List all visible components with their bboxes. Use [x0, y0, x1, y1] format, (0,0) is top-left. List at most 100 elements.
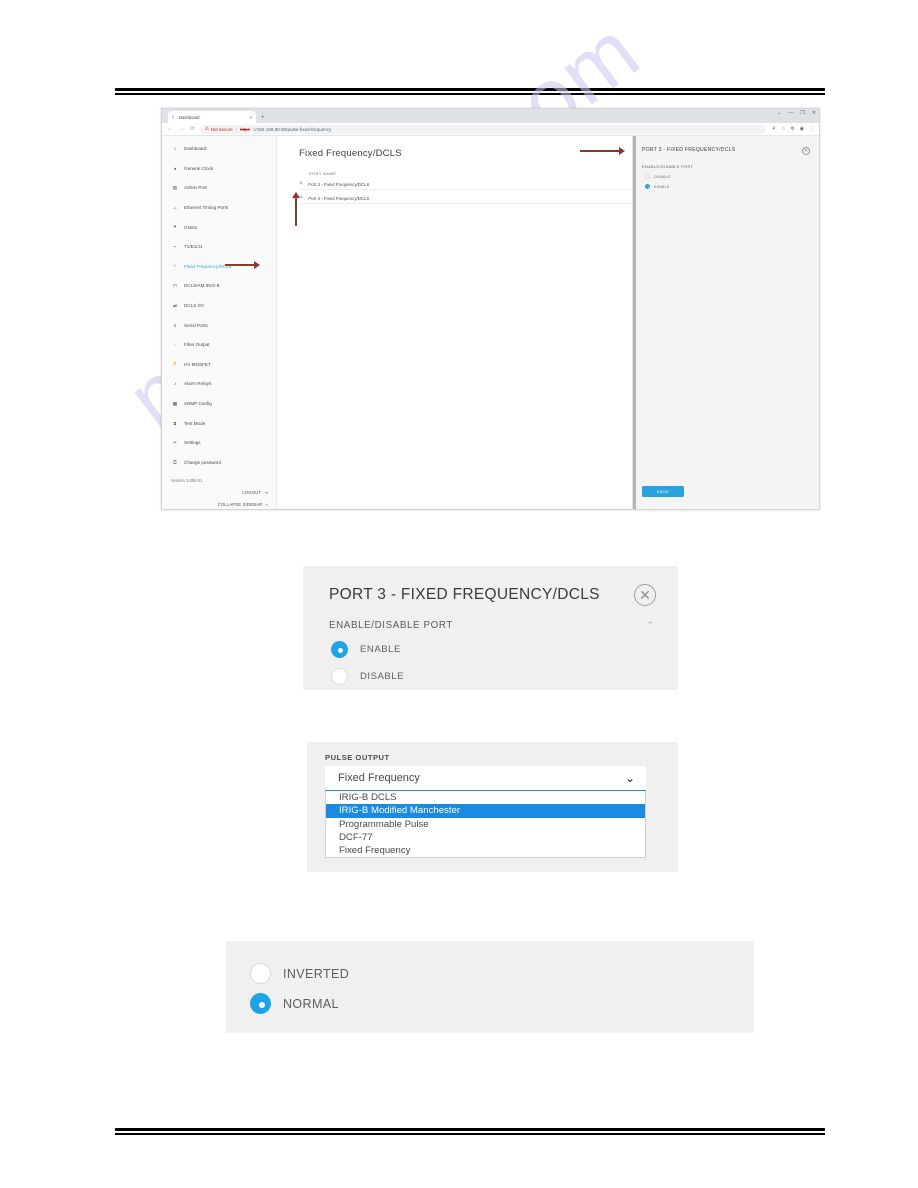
- close-circle-icon[interactable]: ✕: [634, 584, 656, 606]
- save-button[interactable]: SAVE: [642, 486, 684, 497]
- browser-extensions: ⚘ ☆ ✲ ◉ ⋮: [771, 126, 814, 132]
- panel-title: PORT 3 - FIXED FREQUENCY/DCLS: [642, 147, 736, 153]
- minimize-icon[interactable]: —: [788, 110, 793, 116]
- sidebar-item-test-mode[interactable]: ⧗ Test Mode: [162, 413, 276, 433]
- url-protocol: https: [240, 126, 250, 132]
- logout-button[interactable]: LOGOUT ⇥: [171, 490, 268, 495]
- polarity-card: INVERTED NORMAL: [226, 941, 754, 1033]
- table-row[interactable]: ✎ Port 4 - Fixed Frequency/DCLS: [299, 193, 632, 204]
- sidebar-item-gnss[interactable]: ✦ GNSS: [162, 217, 276, 237]
- menu-icon[interactable]: ⋮: [809, 126, 814, 132]
- chevron-up-icon[interactable]: ⌃: [807, 458, 810, 463]
- bell-icon: ♪: [173, 381, 177, 387]
- card-title: PORT 3 - FIXED FREQUENCY/DCLS: [329, 586, 600, 603]
- browser-window-screenshot: ▯ Dashboard × + ⌄ — ❐ ✕ ← → ⟳ ⚠ Not secu: [161, 108, 820, 510]
- sidebar-footer: Version 3.0b5.01 LOGOUT ⇥ COLLAPSE SIDEB…: [162, 472, 276, 507]
- puzzle-icon[interactable]: ⚘: [771, 126, 775, 132]
- waveform-icon: ⌁: [173, 243, 177, 249]
- radio-disable[interactable]: DISABLE: [303, 668, 678, 685]
- sidebar-item-settings[interactable]: ✂ Settings: [162, 433, 276, 453]
- sidebar-item-fiber-output[interactable]: ◌ Fiber Output: [162, 335, 276, 355]
- pencil-icon[interactable]: ✎: [299, 181, 303, 187]
- app-body: ⌂ Dashboard ◕ General Clock ▤ Admin Port…: [162, 136, 819, 509]
- radio-dot: [250, 963, 271, 984]
- sidebar-item-admin-port[interactable]: ▤ Admin Port: [162, 178, 276, 198]
- star-icon[interactable]: ☆: [781, 126, 785, 132]
- window-close-icon[interactable]: ✕: [812, 110, 816, 116]
- browser-tab[interactable]: ▯ Dashboard ×: [168, 111, 256, 123]
- sidebar-item-label: Admin Port: [184, 185, 207, 191]
- pulse-output-card: PULSE OUTPUT Fixed Frequency ⌄ IRIG-B DC…: [307, 742, 678, 872]
- radio-enable[interactable]: ENABLE: [642, 184, 810, 189]
- annotation-arrow-right-sidebar: [225, 261, 260, 269]
- sidebar-item-general-clock[interactable]: ◕ General Clock: [162, 159, 276, 179]
- omnibox-divider: |: [235, 126, 238, 132]
- sidebar-item-label: Test Mode: [184, 420, 206, 426]
- window-controls: ⌄ — ❐ ✕: [777, 110, 816, 116]
- warning-icon: ⚠: [204, 126, 210, 132]
- section-label: ENABLE/DISABLE PORT: [329, 620, 453, 631]
- reload-icon[interactable]: ⟳: [190, 126, 195, 132]
- radio-label: ENABLE: [654, 184, 670, 189]
- sidebar-item-label: Change password: [184, 459, 222, 465]
- profile-icon[interactable]: ◉: [800, 126, 804, 132]
- chevron-down-icon[interactable]: ⌄: [777, 110, 781, 116]
- port-detail-panel: PORT 3 - FIXED FREQUENCY/DCLS ✕ ENABLE/D…: [632, 136, 819, 509]
- sidebar-item-snmp-config[interactable]: ▩ SNMP Config: [162, 394, 276, 414]
- annotation-arrow-right: [580, 147, 625, 155]
- url-path: ://192.168.88.80/pulse-fixed-frequency: [252, 126, 332, 132]
- exit-icon: ⇥: [264, 490, 268, 496]
- not-secure-label: Not secure: [210, 126, 233, 132]
- network-icon: ⛬: [173, 205, 177, 211]
- panel-section-header[interactable]: ENABLE/DISABLE PORT ⌃: [642, 164, 810, 169]
- sidebar-item-label: T1/E1/J1: [184, 244, 203, 250]
- card-section-header[interactable]: ENABLE/DISABLE PORT ⌃: [303, 606, 678, 631]
- radio-inverted[interactable]: INVERTED: [226, 941, 754, 984]
- pulse-output-select[interactable]: Fixed Frequency ⌄: [325, 766, 646, 791]
- close-icon[interactable]: ×: [249, 115, 252, 120]
- sidebar-item-t1-e1-j1[interactable]: ⌁ T1/E1/J1: [162, 237, 276, 257]
- chevron-up-icon: ⌃: [646, 620, 654, 630]
- sidebar-item-alarm-relays[interactable]: ♪ Alarm Relays: [162, 374, 276, 394]
- extension-icon[interactable]: ✲: [790, 126, 794, 132]
- bolt-icon: ⚡: [172, 361, 178, 367]
- browser-tab-title: Dashboard: [179, 114, 200, 120]
- sidebar-item-dashboard[interactable]: ⌂ Dashboard: [162, 139, 276, 159]
- option-programmable-pulse[interactable]: Programmable Pulse: [326, 818, 645, 831]
- address-bar[interactable]: ⚠ Not secure | https://192.168.88.80/pul…: [199, 124, 767, 134]
- panel-header: PORT 3 - FIXED FREQUENCY/DCLS ✕: [642, 147, 810, 155]
- navigation-buttons: ← → ⟳: [167, 126, 195, 132]
- radio-label: DISABLE: [654, 174, 671, 179]
- close-glyph: ✕: [639, 586, 651, 603]
- option-irig-b-dcls[interactable]: IRIG-B DCLS: [326, 791, 645, 804]
- sidebar-item-change-password[interactable]: ⚿ Change password: [162, 453, 276, 473]
- browser-toolbar: ← → ⟳ ⚠ Not secure | https://192.168.88.…: [162, 123, 819, 136]
- arrows-icon: ⇄: [173, 302, 177, 308]
- forward-icon[interactable]: →: [179, 126, 185, 132]
- option-irig-b-modified-manchester[interactable]: IRIG-B Modified Manchester: [326, 804, 645, 818]
- back-icon[interactable]: ←: [167, 126, 173, 132]
- new-tab-button[interactable]: +: [261, 113, 265, 123]
- radio-label: DISABLE: [360, 671, 405, 682]
- tools-icon: ✂: [173, 439, 177, 445]
- sidebar-item-hv-mosfet[interactable]: ⚡ HV MOSFET: [162, 355, 276, 375]
- option-dcf-77[interactable]: DCF-77: [326, 831, 645, 844]
- option-fixed-frequency[interactable]: Fixed Frequency: [326, 844, 645, 857]
- section-label: ENABLE/DISABLE PORT: [642, 164, 694, 169]
- radio-disable[interactable]: DISABLE: [642, 174, 810, 179]
- sidebar-item-dcls-am-irig-b[interactable]: ⊓ DCLS/AM IRIG-B: [162, 276, 276, 296]
- panel-edge: [633, 136, 636, 509]
- sidebar-item-label: DCLS I/O: [184, 303, 204, 309]
- sidebar-item-dcls-io[interactable]: ⇄ DCLS I/O: [162, 296, 276, 316]
- table-row[interactable]: ✎ Port 3 - Fixed Frequency/DCLS: [299, 179, 632, 190]
- radio-enable[interactable]: ENABLE: [303, 641, 678, 658]
- sidebar-item-serial-ports[interactable]: ≡ Serial Ports: [162, 315, 276, 335]
- radio-normal[interactable]: NORMAL: [226, 993, 754, 1014]
- sidebar-item-label: GNSS: [184, 224, 198, 230]
- maximize-icon[interactable]: ❐: [800, 110, 804, 116]
- enable-disable-card: PORT 3 - FIXED FREQUENCY/DCLS ✕ ENABLE/D…: [303, 566, 678, 690]
- close-circle-icon[interactable]: ✕: [802, 147, 810, 155]
- not-secure-badge[interactable]: ⚠ Not secure: [205, 126, 233, 132]
- sidebar-item-ethernet-timing-ports[interactable]: ⛬ Ethernet Timing Ports: [162, 198, 276, 218]
- collapse-sidebar-button[interactable]: COLLAPSE SIDEBAR «: [171, 502, 268, 507]
